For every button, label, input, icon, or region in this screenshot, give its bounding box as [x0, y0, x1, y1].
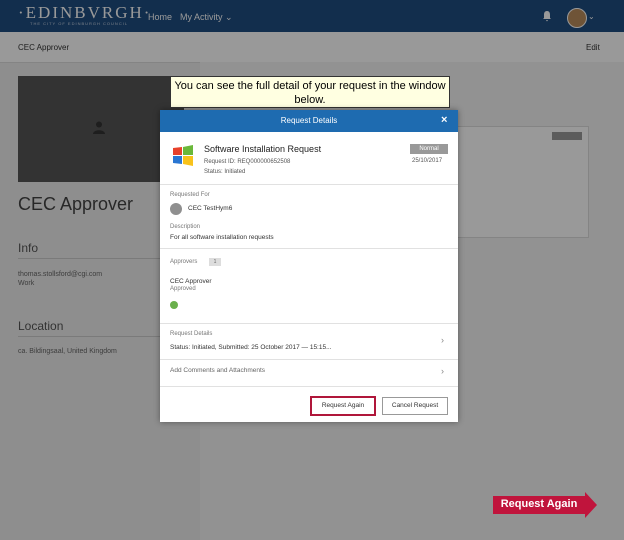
priority-badge: Normal [410, 144, 448, 154]
modal-header: Request Details × [160, 110, 458, 132]
close-icon[interactable]: × [441, 114, 447, 126]
divider [160, 386, 458, 387]
request-date: 25/10/2017 [412, 158, 443, 164]
cancel-request-button[interactable]: Cancel Request [382, 397, 448, 415]
arrow-callout-text: Request Again [500, 498, 578, 510]
request-id: Request ID: REQ000000652508 [204, 159, 291, 165]
description-label: Description [170, 224, 201, 230]
add-comments-link[interactable]: Add Comments and Attachments [170, 367, 265, 374]
chevron-right-icon[interactable]: › [441, 335, 444, 345]
request-details-modal: Request Details × Software Installation … [160, 110, 458, 422]
requested-for-value: CEC TestHym6 [188, 205, 233, 212]
request-details-label[interactable]: Request Details [170, 331, 212, 337]
tutorial-callout: You can see the full detail of your requ… [170, 76, 450, 108]
divider [160, 248, 458, 249]
description-value: For all software installation requests [170, 234, 274, 241]
request-status: Status: Initiated [204, 169, 246, 175]
divider [160, 184, 458, 185]
request-again-button[interactable]: Request Again [310, 396, 376, 416]
approvers-count: 1 [209, 258, 221, 266]
approvers-label: Approvers [170, 259, 198, 265]
approver-name: CEC Approver [170, 278, 212, 285]
divider [160, 323, 458, 324]
request-details-value[interactable]: Status: Initiated, Submitted: 25 October… [170, 344, 332, 351]
request-title: Software Installation Request [204, 144, 322, 154]
user-avatar-icon [170, 203, 182, 215]
chevron-right-icon[interactable]: › [441, 366, 444, 376]
modal-title: Request Details [280, 116, 338, 125]
requested-for-label: Requested For [170, 192, 210, 198]
check-icon [170, 301, 178, 309]
divider [160, 359, 458, 360]
approver-status: Approved [170, 286, 196, 292]
windows-logo-icon [173, 145, 193, 166]
